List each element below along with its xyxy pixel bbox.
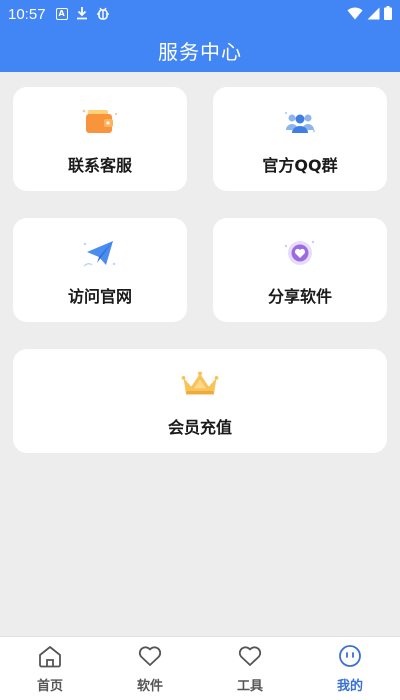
bug-icon <box>96 6 110 23</box>
status-bar: 10:57 A <box>0 0 400 28</box>
heart-icon <box>237 644 263 672</box>
nav-tools-label: 工具 <box>236 678 263 694</box>
signal-icon <box>367 5 380 24</box>
contact-support-card[interactable]: 联系客服 <box>13 87 187 191</box>
paper-plane-icon <box>80 233 120 273</box>
battery-icon <box>384 5 392 24</box>
wallet-icon <box>80 102 120 142</box>
heart-badge-icon <box>280 233 320 273</box>
group-icon <box>280 102 320 142</box>
home-icon <box>37 644 63 672</box>
share-app-card[interactable]: 分享软件 <box>213 218 387 322</box>
wifi-icon <box>347 5 363 24</box>
vip-recharge-card[interactable]: 会员充值 <box>13 349 387 453</box>
official-qq-group-card[interactable]: 官方QQ群 <box>213 87 387 191</box>
visit-website-label: 访问官网 <box>67 287 132 306</box>
nav-tools[interactable]: 工具 <box>200 637 300 700</box>
nav-home[interactable]: 首页 <box>0 637 100 700</box>
nav-mine[interactable]: 我的 <box>300 637 400 700</box>
nav-software-label: 软件 <box>136 678 163 694</box>
visit-website-card[interactable]: 访问官网 <box>13 218 187 322</box>
header: 服务中心 <box>0 28 400 72</box>
contact-support-label: 联系客服 <box>67 156 132 175</box>
nav-home-label: 首页 <box>36 678 63 694</box>
nav-software[interactable]: 软件 <box>100 637 200 700</box>
status-time: 10:57 <box>8 5 46 23</box>
bottom-nav: 首页 软件 工具 我的 <box>0 636 400 700</box>
heart-icon <box>137 644 163 672</box>
download-icon <box>76 6 88 23</box>
smiley-icon <box>337 644 363 672</box>
nav-mine-label: 我的 <box>336 678 363 694</box>
official-qq-group-label: 官方QQ群 <box>262 156 338 175</box>
vip-recharge-label: 会员充值 <box>167 418 232 437</box>
page-title: 服务中心 <box>158 39 242 64</box>
crown-icon <box>180 364 220 404</box>
share-app-label: 分享软件 <box>267 287 332 306</box>
a-icon: A <box>55 8 68 20</box>
